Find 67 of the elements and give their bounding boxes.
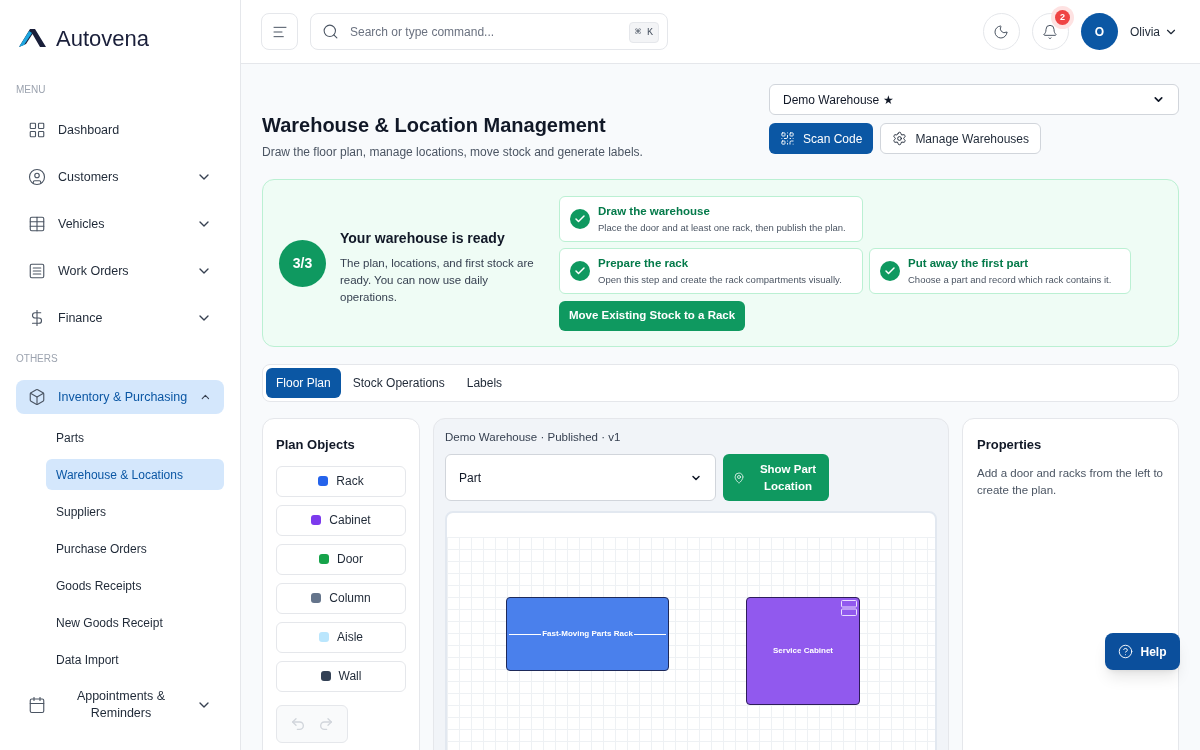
step-title: Put away the first part bbox=[908, 256, 1030, 272]
setup-step[interactable]: Put away the first part Choose a part and record which rack contains it. bbox=[869, 248, 1131, 294]
section-label: OTHERS bbox=[16, 352, 59, 366]
qr-code-icon bbox=[780, 131, 795, 146]
menu-button[interactable] bbox=[261, 13, 298, 50]
sidebar-item[interactable]: Dashboard bbox=[16, 113, 224, 147]
plan-object-button[interactable]: Cabinet bbox=[276, 504, 406, 536]
moon-icon bbox=[993, 23, 1010, 40]
sidebar-item[interactable]: Customers bbox=[16, 160, 224, 194]
setup-step[interactable]: Prepare the rack Open this step and create the rack compartments visually. bbox=[559, 248, 863, 294]
tab[interactable]: Stock Operations bbox=[342, 368, 455, 398]
sidebar-item[interactable]: Appointments & Reminders bbox=[16, 683, 224, 727]
plan-status: Demo Warehouse · Published · v1 bbox=[445, 430, 622, 445]
part-select[interactable]: Part bbox=[445, 454, 716, 502]
move-stock-button[interactable]: Move Existing Stock to a Rack bbox=[559, 301, 746, 331]
user-avatar[interactable]: O bbox=[1081, 13, 1118, 50]
sidebar-subitem[interactable]: Warehouse & Locations bbox=[46, 459, 224, 490]
sidebar-subitem[interactable]: Purchase Orders bbox=[46, 533, 224, 564]
setup-text: The plan, locations, and first stock are ready. You can now use daily operations. bbox=[340, 256, 535, 305]
step-text: Choose a part and record which rack contains it. bbox=[908, 272, 1112, 287]
settings-icon bbox=[892, 131, 908, 146]
brand-name: Autovena bbox=[56, 24, 149, 53]
setup-step[interactable]: Draw the warehouse Place the door and at least one rack, then publish the plan. bbox=[559, 196, 863, 242]
location-pin-icon bbox=[733, 471, 745, 484]
sidebar-subitem[interactable]: Parts bbox=[46, 422, 224, 453]
sidebar-subitem[interactable]: New Goods Receipt bbox=[46, 607, 224, 638]
sidebar-item[interactable]: Vehicles bbox=[16, 207, 224, 241]
page-title: Warehouse & Location Management bbox=[262, 113, 607, 138]
node-label: Fast-Moving Parts Rack bbox=[541, 628, 634, 641]
step-title: Prepare the rack bbox=[598, 256, 690, 272]
plan-object-button[interactable]: Wall bbox=[276, 660, 406, 692]
panel-title: Properties bbox=[977, 436, 1043, 454]
properties-hint: Add a door and racks from the left to create the plan. bbox=[977, 465, 1164, 498]
plan-object-button[interactable]: Aisle bbox=[276, 621, 406, 653]
cabinet-node[interactable]: Service Cabinet bbox=[746, 597, 860, 706]
tab[interactable]: Labels bbox=[456, 368, 513, 398]
sidebar-subitem[interactable]: Suppliers bbox=[46, 496, 224, 527]
step-text: Open this step and create the rack compartments visually. bbox=[598, 272, 842, 287]
help-icon bbox=[1118, 644, 1134, 659]
search-icon bbox=[322, 23, 339, 40]
shortcut-hint: ⌘ K bbox=[628, 22, 659, 43]
show-location-button[interactable]: Show Part Location bbox=[723, 454, 829, 502]
node-label: Service Cabinet bbox=[773, 645, 833, 658]
help-button[interactable]: Help bbox=[1105, 633, 1180, 670]
shelves-icon bbox=[841, 600, 857, 617]
logo-icon bbox=[18, 28, 48, 48]
sidebar-subitem[interactable]: Data Import bbox=[46, 644, 224, 675]
warehouse-select[interactable]: Demo Warehouse ★ bbox=[769, 84, 1179, 115]
plan-object-button[interactable]: Door bbox=[276, 543, 406, 575]
panel-title: Plan Objects bbox=[276, 436, 356, 454]
sidebar-item[interactable]: Finance bbox=[16, 301, 224, 335]
tab[interactable]: Floor Plan bbox=[266, 368, 341, 398]
plan-object-button[interactable]: Rack bbox=[276, 465, 406, 497]
section-label: MENU bbox=[16, 83, 47, 97]
bell-icon bbox=[1042, 23, 1059, 40]
setup-title: Your warehouse is ready bbox=[340, 229, 506, 248]
sidebar-subitem[interactable]: Goods Receipts bbox=[46, 570, 224, 601]
step-text: Place the door and at least one rack, then publish the plan. bbox=[598, 220, 846, 235]
manage-button[interactable]: Manage Warehouses bbox=[880, 123, 1041, 154]
scan-button[interactable]: Scan Code bbox=[769, 123, 874, 154]
sidebar-item[interactable]: Work Orders bbox=[16, 254, 224, 288]
sidebar-item[interactable]: Inventory & Purchasing bbox=[16, 380, 224, 414]
plan-object-button[interactable]: Column bbox=[276, 582, 406, 614]
rack-node[interactable]: Fast-Moving Parts Rack bbox=[506, 597, 669, 672]
user-menu[interactable]: Olivia bbox=[1130, 22, 1180, 41]
step-title: Draw the warehouse bbox=[598, 204, 711, 220]
page-subtitle: Draw the floor plan, manage locations, move stock and generate labels. bbox=[262, 144, 643, 161]
